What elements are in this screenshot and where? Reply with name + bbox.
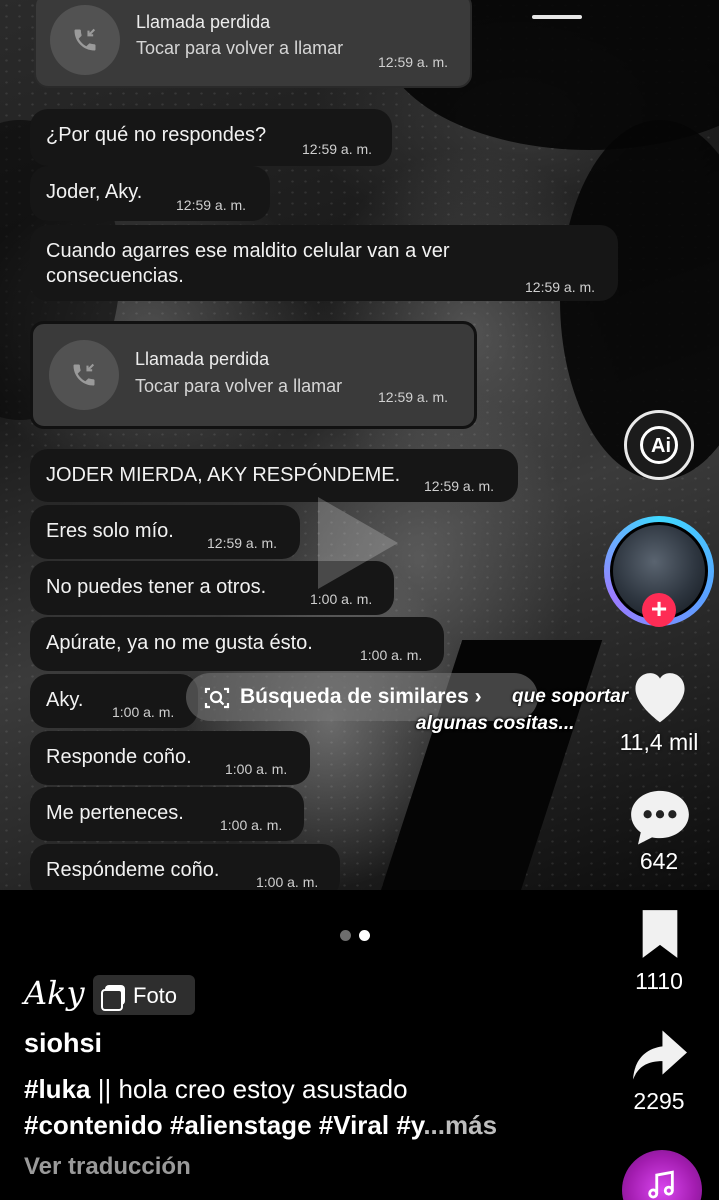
message-time: 12:59 a. m. [525,279,596,295]
message-time: 12:59 a. m. [302,141,373,157]
missed-call-card: Llamada perdida Tocar para volver a llam… [34,0,472,88]
carousel-dot-active[interactable] [359,930,370,941]
message-text: Apúrate, ya no me gusta ésto. [46,632,313,654]
message-text: Me perteneces. [46,802,184,824]
comment-icon[interactable] [627,786,693,848]
username[interactable]: siohsi [24,1028,102,1059]
call-title: Llamada perdida [136,12,271,32]
call-missed-icon [49,340,119,410]
likes-count: 11,4 mil [619,729,699,755]
follow-button[interactable]: + [642,593,676,627]
carousel-indicator [340,928,378,946]
shares-count: 2295 [633,1088,685,1114]
message-time: 1:00 a. m. [360,647,423,663]
message-bubble: Me perteneces. 1:00 a. m. [30,787,304,841]
photo-icon [101,985,125,1011]
chevron-right-icon: › [474,685,482,708]
message-bubble: Respóndeme coño. 1:00 a. m. [30,844,340,890]
call-missed-icon [50,5,120,75]
call-time: 12:59 a. m. [378,389,449,405]
message-text: Respóndeme coño. [46,859,220,881]
call-subtitle: Tocar para volver a llamar [135,376,343,396]
ai-button[interactable]: Ai [624,410,694,480]
message-time: 12:59 a. m. [176,197,247,213]
author-avatar[interactable]: + [604,516,714,627]
message-time: 1:00 a. m. [310,591,373,607]
description-line: #luka || hola creo estoy asustado [24,1074,408,1105]
message-bubble: Eres solo mío. 12:59 a. m. [30,505,300,559]
message-time: 12:59 a. m. [424,478,495,494]
message-text: Aky. [46,689,84,711]
description-line: #contenido #alienstage #Viral #y...más [24,1110,497,1141]
play-icon [318,497,398,589]
message-bubble: Aky. 1:00 a. m. [30,674,198,728]
missed-call-card: Llamada perdida Tocar para volver a llam… [30,321,477,429]
hashtag[interactable]: #luka [24,1074,91,1104]
photo-badge-label: Foto [133,983,178,1008]
message-bubble: JODER MIERDA, AKY RESPÓNDEME. 12:59 a. m… [30,449,518,502]
post-photo[interactable]: Llamada perdida Tocar para volver a llam… [0,0,719,890]
message-text: Joder, Aky. [46,181,143,203]
plus-icon: + [650,593,668,624]
drag-handle [532,15,582,19]
overlay-text: algunas cositas... [416,713,575,734]
call-time: 12:59 a. m. [378,54,449,70]
message-text: ¿Por qué no respondes? [46,124,267,146]
call-subtitle: Tocar para volver a llamar [136,38,344,58]
message-time: 12:59 a. m. [207,535,278,551]
message-bubble: Cuando agarres ese maldito celular van a… [30,225,618,301]
search-image-icon [204,687,230,709]
message-text: consecuencias. [46,265,184,287]
message-time: 1:00 a. m. [256,874,319,890]
hashtags[interactable]: #contenido #alienstage #Viral #y [24,1110,423,1140]
message-bubble: Apúrate, ya no me gusta ésto. 1:00 a. m. [30,617,444,671]
heart-icon[interactable] [627,665,693,725]
music-icon [648,1170,674,1199]
message-text: JODER MIERDA, AKY RESPÓNDEME. [46,464,401,486]
message-text: No puedes tener a otros. [46,576,267,598]
translate-link[interactable]: Ver traducción [24,1153,191,1181]
saves-count: 1110 [635,968,683,994]
message-text: Eres solo mío. [46,520,174,542]
ai-label: Ai [651,435,671,457]
author-name[interactable]: Aky [24,974,85,1012]
message-time: 1:00 a. m. [112,704,175,720]
message-time: 1:00 a. m. [220,817,283,833]
carousel-dot[interactable] [340,930,351,941]
bookmark-icon[interactable] [637,908,683,960]
comments-count: 642 [639,848,679,874]
share-icon[interactable] [630,1028,690,1082]
search-similar-label: Búsqueda de similares [240,685,469,708]
message-bubble: Responde coño. 1:00 a. m. [30,731,310,785]
call-title: Llamada perdida [135,349,270,369]
more-button[interactable]: ...más [423,1110,497,1140]
message-text: Cuando agarres ese maldito celular van a… [46,240,450,262]
music-disc-button[interactable] [622,1150,702,1200]
message-bubble: ¿Por qué no respondes? 12:59 a. m. [30,109,392,166]
message-bubble: Joder, Aky. 12:59 a. m. [30,166,270,221]
description-text: || hola creo estoy asustado [90,1074,408,1104]
message-text: Responde coño. [46,746,192,768]
message-time: 1:00 a. m. [225,761,288,777]
overlay-text: que soportar [512,686,629,707]
photo-badge: Foto [93,975,195,1015]
